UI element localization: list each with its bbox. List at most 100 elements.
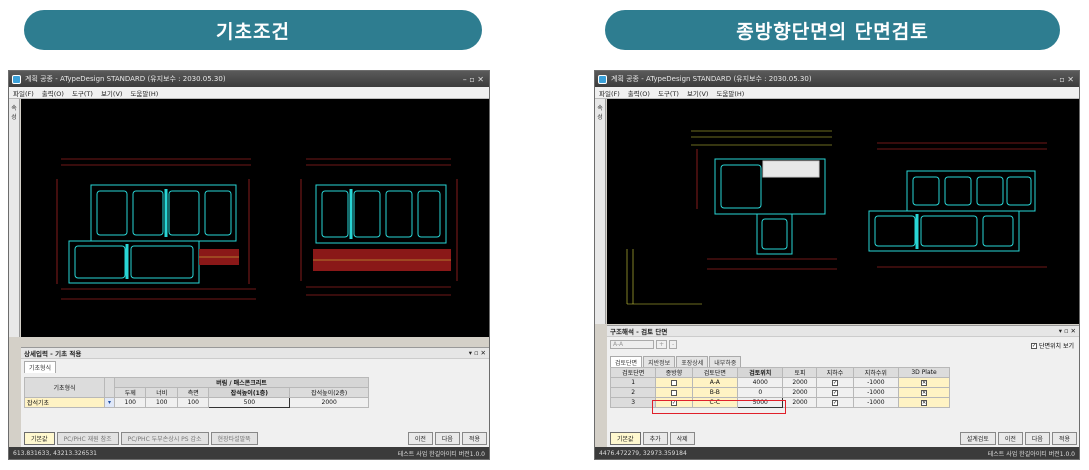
delete-button[interactable]: 삭제 <box>669 432 695 445</box>
design-review-button[interactable]: 설계검토 <box>959 432 996 445</box>
menu-file[interactable]: 파일(F) <box>13 88 34 98</box>
cell-width[interactable]: 100 <box>145 397 178 408</box>
section-combo[interactable]: A-A <box>610 340 654 349</box>
left-nav-row: 이전 다음 적용 <box>407 432 487 445</box>
col-gravel-h1: 잡석높이(1층) <box>208 387 291 398</box>
cell-side[interactable]: 100 <box>176 397 210 408</box>
checkbox-icon[interactable]: ✕ <box>921 379 928 386</box>
header-right: 종방향단면의 단면검토 <box>605 10 1060 50</box>
default-button[interactable]: 기본값 <box>24 432 55 445</box>
checkbox-icon[interactable]: ✓ <box>832 379 839 386</box>
gw-level-cell[interactable]: -1000 <box>852 387 900 398</box>
highlight-box <box>652 400 786 414</box>
title-bar: 계획 공종 - ATypeDesign STANDARD (유지보수 : 203… <box>9 71 489 87</box>
left-button-row: 기본값 PC/PHC 재원 참조 PC/PHC 두부손상시 PS 감소 현장타설… <box>24 432 258 445</box>
menu-view[interactable]: 보기(V) <box>101 88 122 98</box>
right-app-window: 계획 공종 - ATypeDesign STANDARD (유지보수 : 203… <box>594 70 1080 460</box>
tab-foundation-type[interactable]: 기초형식 <box>24 361 57 373</box>
cover-cell[interactable]: 2000 <box>782 397 818 408</box>
window-title: 계획 공종 - ATypeDesign STANDARD <box>611 75 732 83</box>
col-gravel-h2: 잡석높이(2층) <box>289 387 369 398</box>
property-sidebar[interactable]: 속성 <box>595 99 606 324</box>
table-row[interactable]: 1 A-A 4000 2000 ✓ -1000 ✕ <box>609 377 950 388</box>
cad-drawing <box>626 130 1047 305</box>
prev-button[interactable]: 이전 <box>407 432 433 445</box>
window-title: 계획 공종 - ATypeDesign STANDARD <box>25 75 146 83</box>
section-cell[interactable]: A-A <box>691 377 739 388</box>
menu-view[interactable]: 보기(V) <box>687 88 708 98</box>
menu-help[interactable]: 도움말(H) <box>130 88 158 98</box>
checkbox-icon[interactable] <box>671 379 678 386</box>
long-checkbox[interactable] <box>655 377 693 388</box>
col-group-header: 버림 / 매스콘크리트 <box>114 377 369 388</box>
panel-controls[interactable]: ▾ ▫ ✕ <box>1059 327 1079 335</box>
groundwater-checkbox[interactable]: ✓ <box>816 397 854 408</box>
right-nav-row: 설계검토 이전 다음 적용 <box>959 432 1077 445</box>
pc-phc-ref-button[interactable]: PC/PHC 재원 참조 <box>56 432 119 445</box>
default-button[interactable]: 기본값 <box>610 432 641 445</box>
groundwater-checkbox[interactable]: ✓ <box>816 377 854 388</box>
position-cell[interactable]: 4000 <box>737 377 784 388</box>
dropdown-arrow-icon[interactable]: ▾ <box>104 397 115 408</box>
menu-bar: 파일(F) 출력(O) 도구(T) 보기(V) 도움말(H) <box>9 87 489 99</box>
menu-output[interactable]: 출력(O) <box>42 88 64 98</box>
apply-button[interactable]: 적용 <box>1051 432 1077 445</box>
checkbox-icon[interactable] <box>671 389 678 396</box>
cover-cell[interactable]: 2000 <box>782 387 818 398</box>
table-row[interactable]: 2 B-B 0 2000 ✓ -1000 ✕ <box>609 387 950 398</box>
menu-file[interactable]: 파일(F) <box>599 88 620 98</box>
cover-cell[interactable]: 2000 <box>782 377 818 388</box>
gw-level-cell[interactable]: -1000 <box>852 397 900 408</box>
menu-output[interactable]: 출력(O) <box>628 88 650 98</box>
plate-checkbox[interactable]: ✕ <box>898 377 950 388</box>
row-no: 2 <box>609 387 657 398</box>
cell-gravel-h2[interactable]: 2000 <box>289 397 369 408</box>
menu-tools[interactable]: 도구(T) <box>72 88 93 98</box>
position-cell[interactable]: 0 <box>737 387 784 398</box>
app-icon <box>12 74 21 84</box>
long-checkbox[interactable] <box>655 387 693 398</box>
show-position-label: 단면위치 보기 <box>1038 343 1074 350</box>
col-cover: 토피 <box>782 367 818 378</box>
menu-tools[interactable]: 도구(T) <box>658 88 679 98</box>
remove-section-button[interactable]: - <box>669 340 678 349</box>
window-controls[interactable]: – ▫ ✕ <box>463 75 489 84</box>
show-position-toggle[interactable]: ✓ 단면위치 보기 <box>1030 341 1074 350</box>
checkbox-icon[interactable]: ✓ <box>1030 342 1037 349</box>
window-controls[interactable]: – ▫ ✕ <box>1053 75 1079 84</box>
plate-checkbox[interactable]: ✕ <box>898 387 950 398</box>
add-button[interactable]: 추가 <box>642 432 668 445</box>
coord-readout: 4476.472279, 32973.359184 <box>599 449 687 457</box>
version-text: 테스트 사업 한길아이티 버전1.0.0 <box>397 450 485 458</box>
checkbox-icon[interactable]: ✕ <box>921 399 928 406</box>
plate-checkbox[interactable]: ✕ <box>898 397 950 408</box>
groundwater-checkbox[interactable]: ✓ <box>816 387 854 398</box>
pc-phc-ps-button[interactable]: PC/PHC 두부손상시 PS 감소 <box>120 432 209 445</box>
cell-thickness[interactable]: 100 <box>113 397 147 408</box>
panel-controls[interactable]: ▾ ▫ ✕ <box>469 349 489 357</box>
checkbox-icon[interactable]: ✓ <box>832 389 839 396</box>
cad-viewport[interactable] <box>21 99 489 337</box>
section-cell[interactable]: B-B <box>691 387 739 398</box>
col-spacer <box>104 377 115 398</box>
col-no: 검토단면 <box>609 367 657 378</box>
checkbox-icon[interactable]: ✕ <box>921 389 928 396</box>
next-button[interactable]: 다음 <box>1024 432 1050 445</box>
header-left: 기초조건 <box>24 10 482 50</box>
add-section-button[interactable]: + <box>656 340 668 349</box>
panel-header: 구조해석 - 검토 단면 ▾ ▫ ✕ <box>607 326 1079 337</box>
cell-gravel-h1[interactable]: 500 <box>208 397 291 408</box>
apply-button[interactable]: 적용 <box>461 432 487 445</box>
detail-input-panel: 상세입력 - 기초 적용 ▾ ▫ ✕ 기초형식 기초형식 버림 / 매스콘크리트… <box>21 347 489 447</box>
cad-viewport[interactable] <box>607 99 1079 324</box>
menu-help[interactable]: 도움말(H) <box>716 88 744 98</box>
status-bar: 613.831633, 43213.326531 테스트 사업 한길아이티 버전… <box>9 447 489 459</box>
panel-header: 상세입력 - 기초 적용 ▾ ▫ ✕ <box>21 348 489 359</box>
next-button[interactable]: 다음 <box>434 432 460 445</box>
cast-pile-button[interactable]: 현장타설말뚝 <box>210 432 258 445</box>
checkbox-icon[interactable]: ✓ <box>832 399 839 406</box>
foundation-type-cell[interactable]: 잡석기초 <box>24 397 105 408</box>
prev-button[interactable]: 이전 <box>997 432 1023 445</box>
property-sidebar[interactable]: 속성 <box>9 99 20 337</box>
gw-level-cell[interactable]: -1000 <box>852 377 900 388</box>
